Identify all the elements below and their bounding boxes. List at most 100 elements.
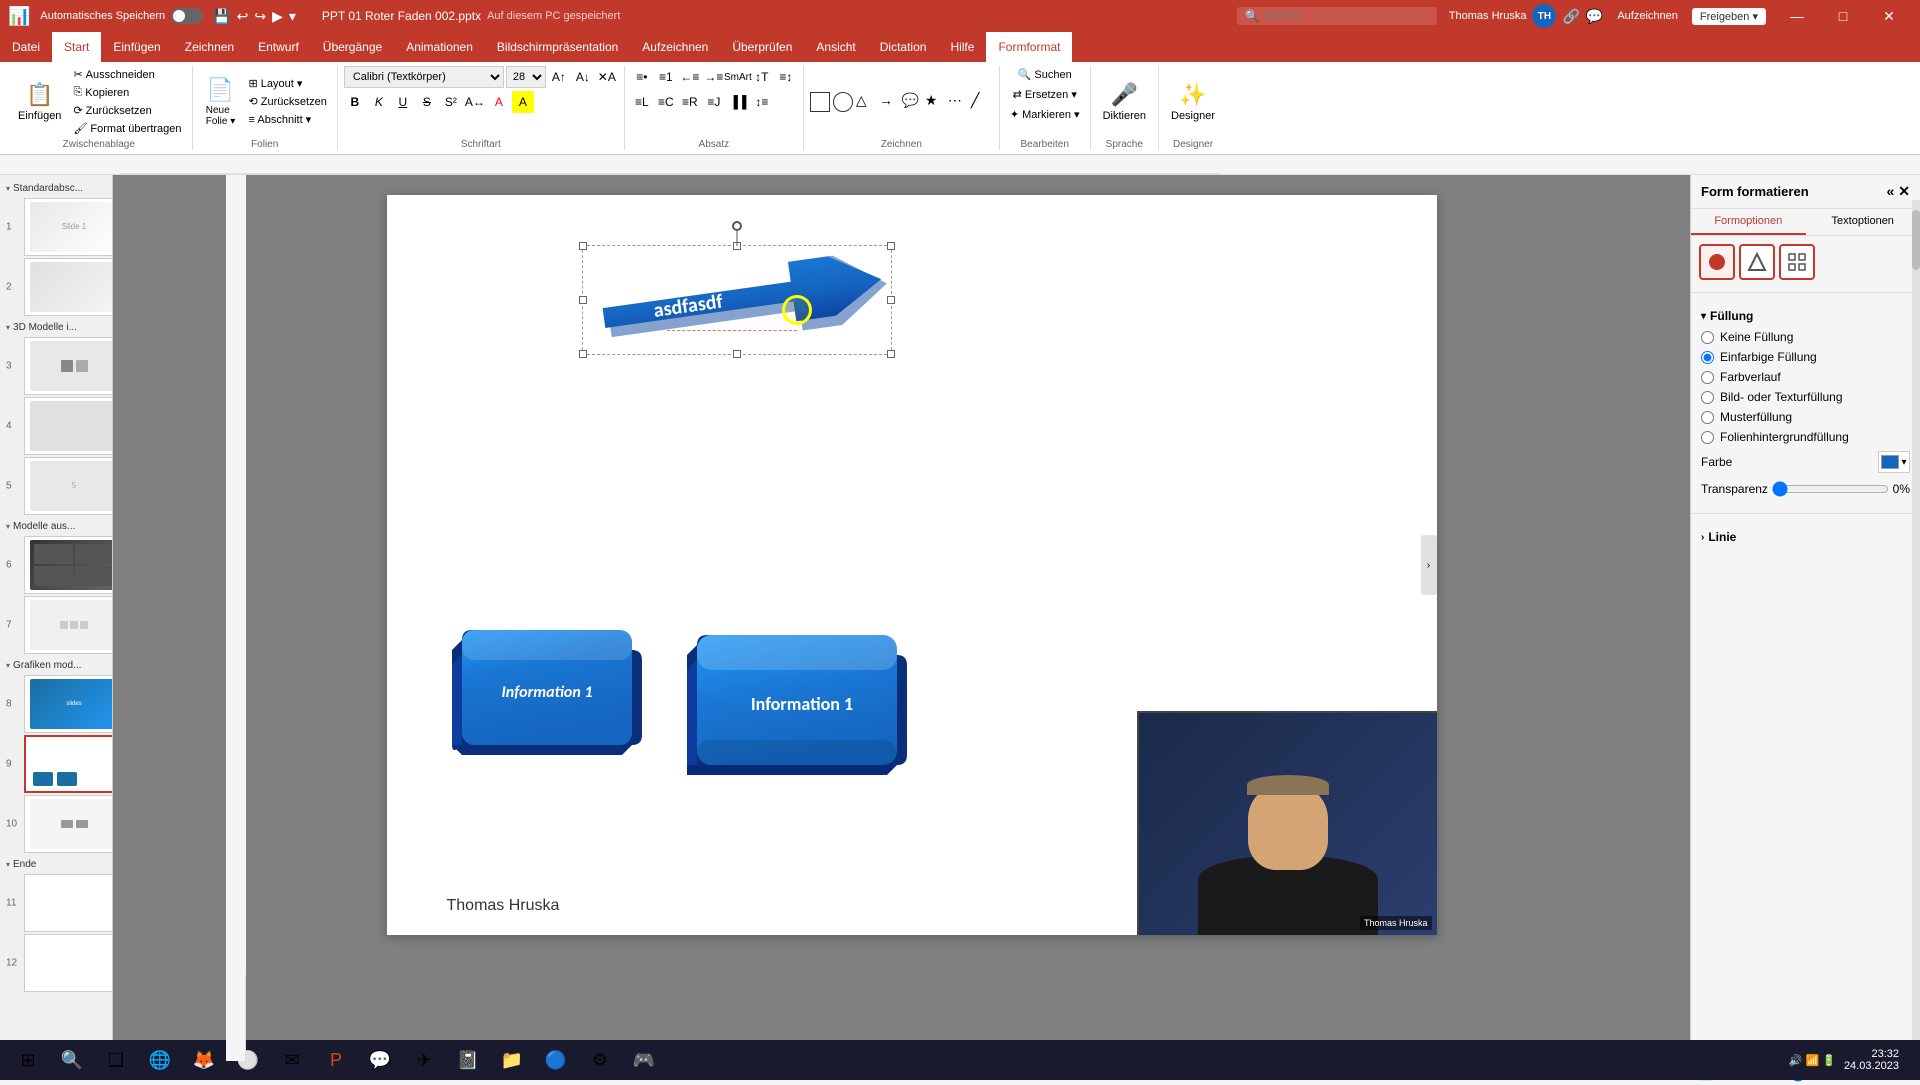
designer-button[interactable]: ✨ Designer (1165, 78, 1221, 126)
markieren-button[interactable]: ✦ Markieren ▾ (1006, 106, 1084, 123)
tab-ansicht[interactable]: Ansicht (804, 32, 867, 62)
tab-uberpruf[interactable]: Überprüfen (720, 32, 804, 62)
taskbar-clock[interactable]: 23:32 24.03.2023 (1844, 1048, 1899, 1072)
ersetzen-button[interactable]: ⇄ Ersetzen ▾ (1009, 86, 1081, 103)
minimize-button[interactable]: — (1774, 0, 1820, 32)
comment-icon[interactable]: 💬 (1586, 8, 1603, 25)
einfarbig-option[interactable]: Einfarbige Füllung (1701, 347, 1910, 367)
font-size-select[interactable]: 28 (506, 66, 546, 88)
italic-button[interactable]: K (368, 91, 390, 113)
slide-thumb-11[interactable] (24, 874, 113, 932)
bullets-button[interactable]: ≡• (631, 66, 653, 88)
taskbar-edge[interactable]: 🌐 (140, 1042, 180, 1078)
increase-font-button[interactable]: A↑ (548, 66, 570, 88)
record-btn[interactable]: Aufzeichnen (1609, 8, 1686, 24)
search-input[interactable] (1264, 10, 1404, 22)
close-button[interactable]: ✕ (1866, 0, 1912, 32)
tab-hilfe[interactable]: Hilfe (938, 32, 986, 62)
align-center-button[interactable]: ≡C (655, 91, 677, 113)
slide-thumb-10[interactable] (24, 795, 113, 853)
tab-datei[interactable]: Datei (0, 32, 52, 62)
tab-zeichnen[interactable]: Zeichnen (173, 32, 246, 62)
slide-thumb-9[interactable] (24, 735, 113, 793)
shape-rect[interactable] (810, 92, 830, 112)
font-family-select[interactable]: Calibri (Textkörper) (344, 66, 504, 88)
format-ubertragen-button[interactable]: 🖌 Format übertragen (69, 120, 185, 137)
align-right-button[interactable]: ≡R (679, 91, 701, 113)
text-direction-button[interactable]: ↕T (751, 66, 773, 88)
zurucksetzen-button[interactable]: ⟳ Zurücksetzen (69, 102, 185, 119)
tab-einfugen[interactable]: Einfügen (101, 32, 172, 62)
key-button-2[interactable]: Information 1 (682, 620, 922, 795)
slide-thumb-6[interactable] (24, 536, 113, 594)
slide-thumb-12[interactable] (24, 934, 113, 992)
keine-fullung-option[interactable]: Keine Füllung (1701, 327, 1910, 347)
muster-option[interactable]: Musterfüllung (1701, 407, 1910, 427)
layout-button[interactable]: ⊞ Layout ▾ (245, 75, 331, 92)
slide-thumb-1[interactable]: Slide 1 (24, 198, 113, 256)
columns-button[interactable]: ▐▐ (727, 91, 749, 113)
taskbar-mail[interactable]: ✉ (272, 1042, 312, 1078)
tab-aufzeichen[interactable]: Aufzeichnen (630, 32, 720, 62)
einfugen-button[interactable]: 📋 Einfügen (12, 78, 67, 126)
present-icon[interactable]: ▶ (272, 8, 283, 25)
numbering-button[interactable]: ≡1 (655, 66, 677, 88)
slide-thumb-7[interactable] (24, 596, 113, 654)
char-spacing-button[interactable]: A↔ (464, 91, 486, 113)
shape-arrow[interactable]: → (879, 92, 901, 112)
slide-thumb-5[interactable]: 5 (24, 457, 113, 515)
taskbar-misc1[interactable]: 🔵 (536, 1042, 576, 1078)
shadow-button[interactable]: S² (440, 91, 462, 113)
auto-save-toggle[interactable] (171, 8, 203, 24)
redo-icon[interactable]: ↪ (254, 8, 266, 25)
farbverlauf-option[interactable]: Farbverlauf (1701, 367, 1910, 387)
taskbar-explorer[interactable]: 📁 (492, 1042, 532, 1078)
taskbar-onenote[interactable]: 📓 (448, 1042, 488, 1078)
zurucksetzen-folie-button[interactable]: ⟲ Zurücksetzen (245, 93, 331, 110)
taskbar-firefox[interactable]: 🦊 (184, 1042, 224, 1078)
slide-thumb-2[interactable] (24, 258, 113, 316)
shape-star[interactable]: ★ (925, 92, 947, 112)
shape-line[interactable]: ╱ (971, 92, 993, 112)
taskbar-teams[interactable]: 💬 (360, 1042, 400, 1078)
arrow-shape-selected[interactable]: asdfasdf (587, 250, 887, 350)
underline-button[interactable]: U (392, 91, 414, 113)
color-picker-button[interactable]: ▾ (1878, 451, 1910, 473)
folienhintergrund-option[interactable]: Folienhintergrundfüllung (1701, 427, 1910, 447)
font-color-btn[interactable]: A (488, 91, 510, 113)
indent-more-button[interactable]: →≡ (703, 66, 725, 88)
tab-dictation[interactable]: Dictation (868, 32, 939, 62)
shape-callout[interactable]: 💬 (902, 92, 924, 112)
tab-entwurf[interactable]: Entwurf (246, 32, 311, 62)
slide-thumb-8[interactable]: slides (24, 675, 113, 733)
slide-thumb-3[interactable] (24, 337, 113, 395)
slide-group-modelle[interactable]: ▾ Modelle aus... (4, 517, 108, 534)
abschnitt-button[interactable]: ≡ Abschnitt ▾ (245, 111, 331, 128)
panel-collapse-button[interactable]: « (1886, 183, 1894, 200)
taskbar-misc2[interactable]: ⚙ (580, 1042, 620, 1078)
indent-less-button[interactable]: ←≡ (679, 66, 701, 88)
kopieren-button[interactable]: ⎘ Kopieren (69, 84, 185, 101)
fullung-header[interactable]: ▾ Füllung (1701, 305, 1910, 327)
panel-close-button[interactable]: ✕ (1898, 183, 1910, 200)
shape-triangle[interactable]: △ (856, 92, 878, 112)
undo-icon[interactable]: ↩ (237, 8, 249, 25)
transparency-slider[interactable] (1772, 481, 1889, 497)
search-box[interactable]: 🔍 (1237, 7, 1437, 25)
tab-formoptionen[interactable]: Formoptionen (1691, 209, 1806, 235)
linie-header[interactable]: › Linie (1701, 526, 1910, 548)
slide-group-ende[interactable]: ▾ Ende (4, 855, 108, 872)
slide-thumb-4[interactable] (24, 397, 113, 455)
more-icon[interactable]: ▾ (289, 8, 296, 25)
highlight-color-btn[interactable]: A (512, 91, 534, 113)
key-button-1[interactable]: Information 1 (447, 615, 647, 775)
scroll-indicator[interactable]: › (1421, 535, 1437, 595)
tab-textoptionen[interactable]: Textoptionen (1806, 209, 1920, 235)
align-text-button[interactable]: ≡↕ (775, 66, 797, 88)
shape-more[interactable]: ⋯ (948, 92, 970, 112)
save-icon[interactable]: 💾 (213, 8, 230, 25)
taskbar-search[interactable]: 🔍 (52, 1042, 92, 1078)
panel-scrollbar-thumb[interactable] (1912, 210, 1920, 270)
tab-start[interactable]: Start (52, 32, 101, 62)
share-btn[interactable]: Freigeben ▾ (1692, 8, 1766, 25)
